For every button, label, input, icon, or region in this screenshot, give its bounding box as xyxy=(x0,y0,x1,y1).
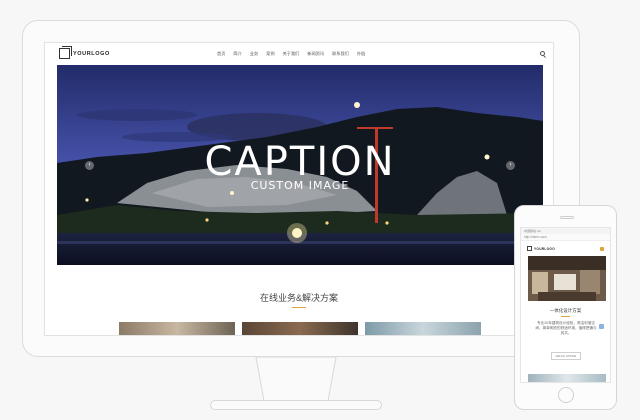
phone-speaker-icon xyxy=(560,216,574,219)
mobile-chat-icon[interactable] xyxy=(599,324,604,329)
site-navigation: YOURLOGO 首页 简介 业务 案例 关于我们 新闻资讯 联系我们 外链 xyxy=(45,43,553,65)
mobile-title-underline xyxy=(561,316,570,317)
service-thumbnail-2[interactable] xyxy=(242,322,358,335)
section-title: 在线业务&解决方案 xyxy=(259,293,338,303)
mobile-screen: 中国移动 4G http://demo.com YOURLOGO 一体化设计方案… xyxy=(520,227,611,383)
mobile-section-title: 一体化设计方案 xyxy=(549,308,582,313)
menu-item-intro[interactable]: 简介 xyxy=(233,51,241,57)
phone-home-button[interactable] xyxy=(558,387,574,403)
monitor-stand-base xyxy=(210,400,382,410)
monitor-stand-neck xyxy=(248,357,344,401)
mobile-logo-text: YOURLOGO xyxy=(534,246,555,251)
menu-item-cases[interactable]: 案例 xyxy=(266,51,274,57)
mobile-section-description: 专业20年建筑设计经验，简洁利落空间、简单明亮的舒适环境，值得把通与其共。 xyxy=(535,321,597,336)
responsive-showcase: YOURLOGO 首页 简介 业务 案例 关于我们 新闻资讯 联系我们 外链 C… xyxy=(0,0,640,420)
menu-item-about[interactable]: 关于我们 xyxy=(283,51,300,57)
menu-item-contact[interactable]: 联系我们 xyxy=(332,51,349,57)
search-icon[interactable] xyxy=(540,51,545,56)
hero-caption-subtitle: CUSTOM IMAGE xyxy=(250,179,350,192)
mobile-cube-logo-icon xyxy=(527,246,532,251)
mobile-phone-frame: 中国移动 4G http://demo.com YOURLOGO 一体化设计方案… xyxy=(514,205,617,410)
menu-item-home[interactable]: 首页 xyxy=(217,51,225,57)
mobile-logo[interactable]: YOURLOGO xyxy=(527,246,555,251)
mobile-url-bar[interactable]: http://demo.com xyxy=(521,234,610,241)
menu-item-news[interactable]: 新闻资讯 xyxy=(307,51,324,57)
menu-item-links[interactable]: 外链 xyxy=(357,51,365,57)
desktop-monitor-frame: YOURLOGO 首页 简介 业务 案例 关于我们 新闻资讯 联系我们 外链 C… xyxy=(22,20,580,357)
logo-text: YOURLOGO xyxy=(73,50,110,57)
mobile-bottom-image xyxy=(528,374,606,382)
section-title-underline xyxy=(292,307,306,308)
mobile-read-more-button[interactable]: READ MORE xyxy=(551,352,581,360)
mobile-menu-icon[interactable] xyxy=(600,247,604,251)
service-thumbnail-3[interactable] xyxy=(365,322,481,335)
slider-next-arrow-icon[interactable]: › xyxy=(506,161,515,170)
hero-banner: CAPTION CUSTOM IMAGE ‹ › xyxy=(57,65,543,265)
service-thumbnail-1[interactable] xyxy=(119,322,235,335)
mobile-header: YOURLOGO xyxy=(521,242,610,254)
site-logo[interactable]: YOURLOGO xyxy=(59,46,110,59)
desktop-screen: YOURLOGO 首页 简介 业务 案例 关于我们 新闻资讯 联系我们 外链 C… xyxy=(44,42,554,336)
mobile-interior-image xyxy=(528,256,606,301)
slider-prev-arrow-icon[interactable]: ‹ xyxy=(85,161,94,170)
main-menu: 首页 简介 业务 案例 关于我们 新闻资讯 联系我们 外链 xyxy=(217,51,365,57)
menu-item-business[interactable]: 业务 xyxy=(250,51,258,57)
cube-logo-icon xyxy=(59,46,72,59)
